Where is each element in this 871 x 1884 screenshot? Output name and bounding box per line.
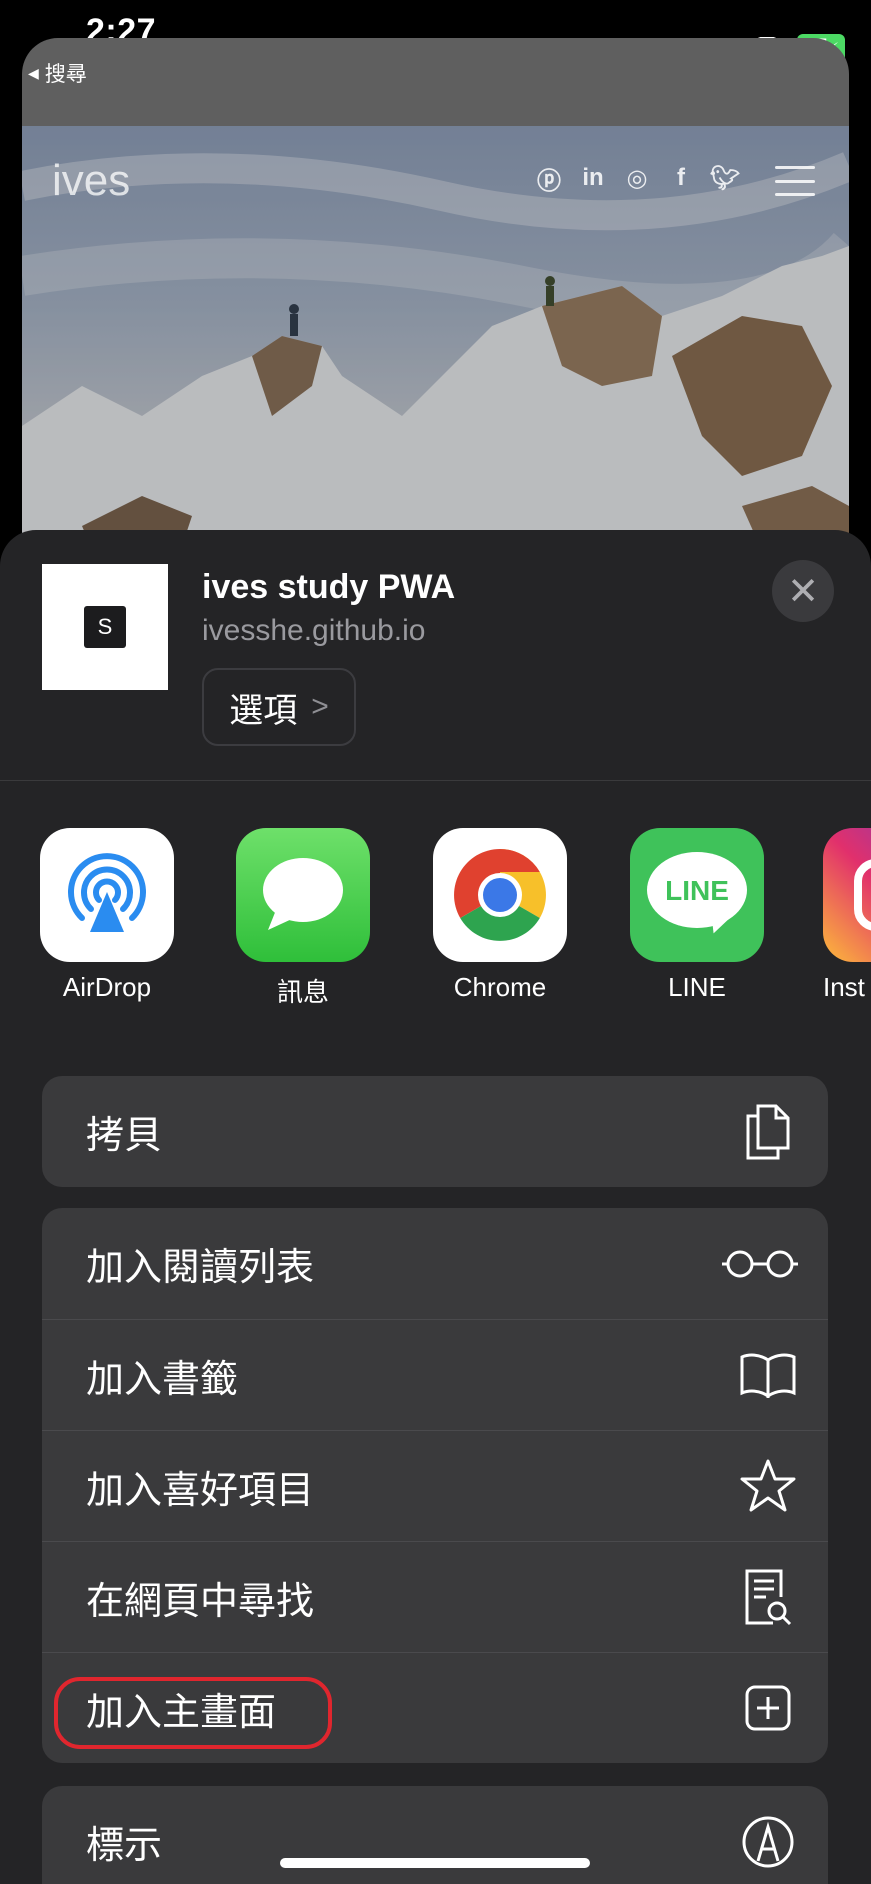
actions-group: 加入閱讀列表 加入書籤 加入喜好項目 在網頁中尋找 加入主畫面 [42,1208,828,1763]
line-logo-text: LINE [665,875,729,906]
back-link-label: 搜尋 [44,63,87,86]
chevron-right-icon: > [311,690,329,723]
close-icon: ✕ [787,570,819,613]
site-app-icon: S [42,564,168,690]
sheet-divider [0,780,871,781]
hamburger-menu-icon[interactable] [775,166,815,196]
site-logo[interactable]: ives [52,156,130,206]
share-site-title: ives study PWA [202,568,456,606]
share-app-label: Chrome [453,972,547,1002]
close-button[interactable]: ✕ [772,560,834,622]
action-add-bookmark[interactable]: 加入書籤 [42,1319,828,1430]
book-icon [736,1343,800,1407]
share-app-label: AirDrop [62,972,152,1002]
action-label: 加入喜好項目 [86,1469,315,1512]
pinterest-icon[interactable]: ⓟ [535,164,563,195]
share-sheet: S ives study PWA ivesshe.github.io 選項 > … [0,530,871,1884]
markup-pen-icon [736,1810,800,1874]
action-label: 加入書籤 [86,1358,239,1401]
share-app-instagram[interactable]: Inst [823,828,871,1003]
options-button[interactable]: 選項 > [202,668,356,746]
home-indicator[interactable] [280,1858,590,1868]
facebook-icon[interactable]: f [667,164,695,192]
share-apps-row: AirDrop 訊息 Chrome LINE LINE Inst [0,828,871,1028]
airdrop-icon [40,828,174,962]
glasses-icon [720,1232,800,1296]
markup-group: 標示 [42,1786,828,1884]
action-label: 加入閱讀列表 [86,1247,315,1289]
action-copy[interactable]: 拷貝 [42,1076,828,1187]
back-triangle-icon: ◀ [28,64,39,81]
options-label: 選項 [229,691,298,730]
share-app-chrome[interactable]: Chrome [430,828,570,1003]
chrome-icon [433,828,567,962]
action-label: 標示 [86,1825,163,1867]
social-links: ⓟ in ◎ f 🐦︎ [535,164,740,195]
action-label: 加入主畫面 [86,1691,277,1734]
twitter-icon[interactable]: 🐦︎ [710,164,740,192]
site-app-icon-letter: S [84,606,126,648]
star-icon [736,1454,800,1518]
line-icon: LINE [630,828,764,962]
share-app-label: LINE [668,972,726,1002]
share-app-messages[interactable]: 訊息 [233,828,373,1009]
share-app-airdrop[interactable]: AirDrop [37,828,177,1003]
action-find-on-page[interactable]: 在網頁中尋找 [42,1541,828,1652]
action-add-reading-list[interactable]: 加入閱讀列表 [42,1208,828,1319]
instagram-icon [823,828,871,962]
action-markup[interactable]: 標示 [42,1786,828,1884]
copy-icon [736,1100,800,1164]
find-in-page-icon [736,1565,800,1629]
share-app-label: Inst [823,972,865,1002]
copy-group: 拷貝 [42,1076,828,1187]
action-add-to-home-screen[interactable]: 加入主畫面 [42,1652,828,1763]
instagram-icon[interactable]: ◎ [623,164,651,192]
share-app-line[interactable]: LINE LINE [627,828,767,1003]
action-label: 拷貝 [86,1115,163,1157]
action-add-favorite[interactable]: 加入喜好項目 [42,1430,828,1541]
linkedin-icon[interactable]: in [579,164,607,192]
messages-icon [236,828,370,962]
share-site-url: ivesshe.github.io [202,614,426,647]
back-to-search-link[interactable]: ◀ 搜尋 [28,58,87,88]
share-app-label: 訊息 [276,977,329,1007]
action-label: 在網頁中尋找 [86,1580,315,1623]
add-square-icon [736,1676,800,1740]
